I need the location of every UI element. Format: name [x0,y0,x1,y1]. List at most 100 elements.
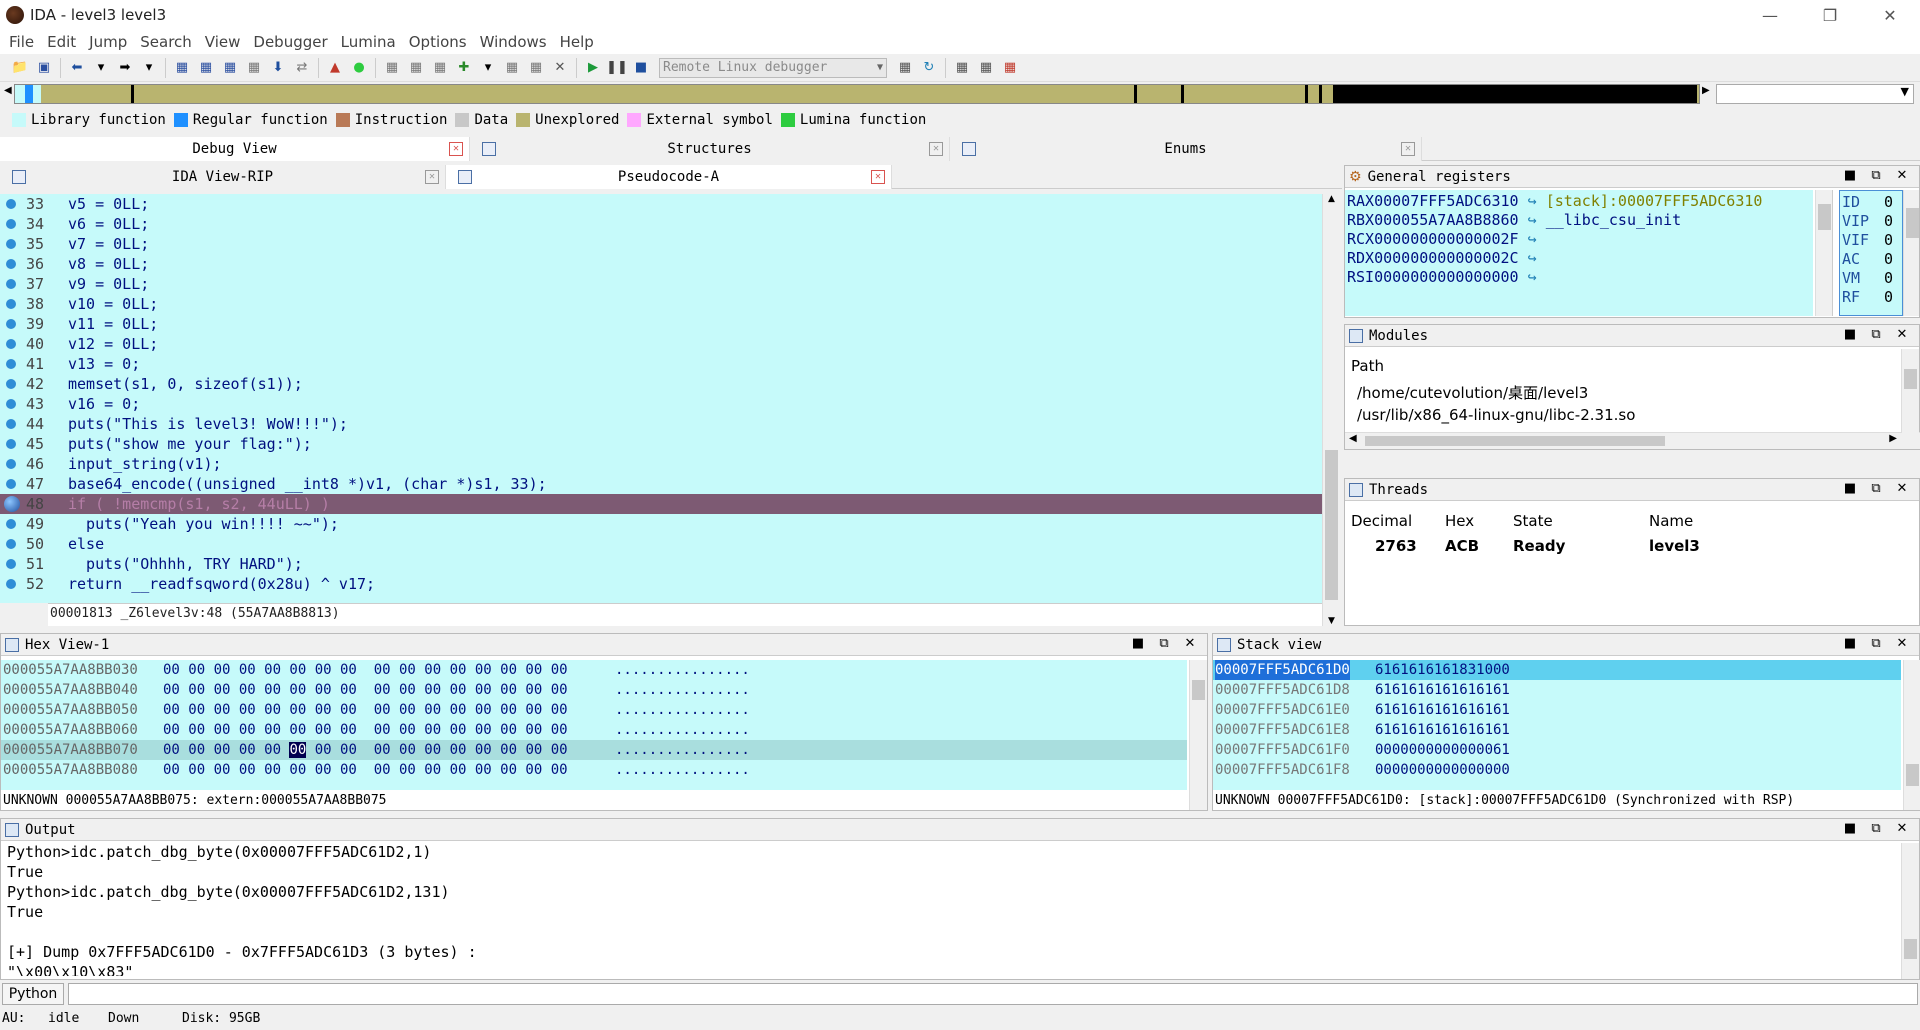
stack-row[interactable]: 00007FFF5ADC61F8 0000000000000000 [1213,760,1901,780]
code-line[interactable]: 35 v7 = 0LL; [0,234,1322,254]
menu-edit[interactable]: Edit [47,33,76,51]
close-icon[interactable]: ✕ [1889,481,1915,496]
nav-left-arrow-icon[interactable]: ◀ [4,85,12,96]
output-scrollbar[interactable] [1901,843,1919,979]
open-folder-icon[interactable]: 📁 [10,58,30,78]
code-line[interactable]: 42 memset(s1, 0, sizeof(s1)); [0,374,1322,394]
tab-ida-view-rip[interactable]: IDA View-RIP ✕ [0,165,446,189]
lumina-icon[interactable]: ● [349,58,369,78]
add-breakpoint-icon[interactable]: ▦ [952,58,972,78]
step-into-icon[interactable]: ▦ [406,58,426,78]
code-line[interactable]: 48 if ( !memcmp(s1, s2, 44uLL) ) [0,494,1322,514]
nav-right-arrow-icon[interactable]: ▶ [1702,85,1710,96]
code-line[interactable]: 43 v16 = 0; [0,394,1322,414]
register-row[interactable]: RDX000000000000002C ↪ [1347,249,1546,267]
detach-icon[interactable]: ✕ [550,58,570,78]
flag-row[interactable]: VM 0 [1842,269,1900,287]
minimize-icon[interactable]: ■ [1837,481,1863,496]
restore-button[interactable]: ❐ [1800,0,1860,30]
command-input[interactable] [68,983,1918,1005]
close-icon[interactable]: ✕ [1889,636,1915,651]
play-icon[interactable]: ▶ [583,58,603,78]
module-row[interactable]: /usr/lib/x86_64-linux-gnu/libc-2.31.so [1351,406,1635,424]
minimize-icon[interactable]: ■ [1837,821,1863,836]
search-next-icon[interactable]: ▦ [244,58,264,78]
code-line[interactable]: 38 v10 = 0LL; [0,294,1322,314]
attach-icon[interactable]: ▦ [895,58,915,78]
code-line[interactable]: 52 return __readfsqword(0x28u) ^ v17; [0,574,1322,594]
back-icon[interactable]: ⬅ [67,58,87,78]
cross-ref-icon[interactable]: ⇄ [292,58,312,78]
breakpoint-icon[interactable]: ▦ [382,58,402,78]
step-out-icon[interactable]: ▦ [502,58,522,78]
hex-cursor-byte[interactable]: 00 [289,742,307,758]
save-icon[interactable]: ▣ [34,58,54,78]
close-icon[interactable]: ✕ [1177,636,1203,651]
jump-arrow-icon[interactable]: ↪ [1519,249,1546,267]
minimize-icon[interactable]: ■ [1837,636,1863,651]
nav-combo[interactable]: ▼ [1716,84,1914,104]
hex-row[interactable]: 000055A7AA8BB070 00 00 00 00 00 00 00 00 … [1,740,1187,760]
stack-row[interactable]: 00007FFF5ADC61F0 0000000000000061 [1213,740,1901,760]
col-decimal[interactable]: Decimal [1351,512,1412,530]
modules-column-path[interactable]: Path [1351,357,1384,375]
hex-dump[interactable]: 000055A7AA8BB030 00 00 00 00 00 00 00 00 … [1,660,1187,790]
search-text-icon[interactable]: ▦ [196,58,216,78]
register-row[interactable]: RAX00007FFF5ADC6310 ↪ [stack]:00007FFF5A… [1347,192,1762,210]
trace-settings-icon[interactable]: ▦ [976,58,996,78]
flag-row[interactable]: VIP 0 [1842,212,1900,230]
code-line[interactable]: 44 puts("This is level3! WoW!!!"); [0,414,1322,434]
jump-arrow-icon[interactable]: ↪ [1519,268,1546,286]
step-over-icon[interactable]: ▦ [430,58,450,78]
jump-arrow-icon[interactable]: ↪ [1519,211,1546,229]
pause-icon[interactable]: ❚❚ [606,58,628,78]
chevron-down-icon[interactable]: ▾ [478,58,498,78]
col-state[interactable]: State [1513,512,1553,530]
hex-row[interactable]: 000055A7AA8BB050 00 00 00 00 00 00 00 00 … [1,700,1187,720]
menu-view[interactable]: View [205,33,241,51]
code-line[interactable]: 47 base64_encode((unsigned __int8 *)v1, (… [0,474,1322,494]
debugger-select[interactable]: Remote Linux debugger ▼ [659,57,887,78]
col-name[interactable]: Name [1649,512,1693,530]
float-icon[interactable]: ⧉ [1863,821,1889,836]
chevron-down-icon[interactable]: ▾ [139,58,159,78]
code-line[interactable]: 46 input_string(v1); [0,454,1322,474]
module-row[interactable]: /home/cutevolution/桌面/level3 [1351,382,1588,403]
chevron-down-icon[interactable]: ▾ [91,58,111,78]
menu-lumina[interactable]: Lumina [341,33,396,51]
thread-row[interactable]: 2763 ACB Ready level3 [1351,537,1911,559]
close-icon[interactable]: ✕ [871,170,885,184]
minimize-icon[interactable]: ■ [1837,327,1863,342]
refresh-icon[interactable]: ↻ [919,58,939,78]
stack-row[interactable]: 00007FFF5ADC61E0 6161616161616161 [1213,700,1901,720]
close-icon[interactable]: ✕ [929,142,943,156]
minimize-icon[interactable]: ■ [1837,168,1863,183]
jump-arrow-icon[interactable]: ↪ [1519,192,1546,210]
menu-options[interactable]: Options [409,33,467,51]
tab-pseudocode-a[interactable]: Pseudocode-A ✕ [446,165,892,189]
hex-row[interactable]: 000055A7AA8BB030 00 00 00 00 00 00 00 00 … [1,660,1187,680]
navigation-band[interactable] [14,84,1700,104]
code-line[interactable]: 50 else [0,534,1322,554]
stack-row[interactable]: 00007FFF5ADC61E8 6161616161616161 [1213,720,1901,740]
stack-row[interactable]: 00007FFF5ADC61D0 6161616161831000 [1213,660,1901,680]
menu-jump[interactable]: Jump [89,33,127,51]
down-arrow-icon[interactable]: ⬇ [268,58,288,78]
menu-search[interactable]: Search [140,33,192,51]
col-hex[interactable]: Hex [1445,512,1474,530]
register-row[interactable]: RSI0000000000000000 ↪ [1347,268,1546,286]
code-line[interactable]: 33 v5 = 0LL; [0,194,1322,214]
menu-help[interactable]: Help [560,33,594,51]
hex-row[interactable]: 000055A7AA8BB060 00 00 00 00 00 00 00 00 … [1,720,1187,740]
hex-scrollbar[interactable] [1189,660,1207,810]
interpreter-button[interactable]: Python [2,983,64,1005]
float-icon[interactable]: ⧉ [1863,168,1889,183]
code-line[interactable]: 36 v8 = 0LL; [0,254,1322,274]
menu-windows[interactable]: Windows [480,33,547,51]
menu-debugger[interactable]: Debugger [253,33,327,51]
code-line[interactable]: 49 puts("Yeah you win!!!! ~~"); [0,514,1322,534]
close-icon[interactable]: ✕ [1889,168,1915,183]
pseudocode-view[interactable]: 33 v5 = 0LL; 34 v6 = 0LL; 35 v7 = 0LL; 36 v8 = … [0,194,1322,603]
flags-scrollbar[interactable] [1903,190,1919,316]
code-line[interactable]: 51 puts("Ohhhh, TRY HARD"); [0,554,1322,574]
